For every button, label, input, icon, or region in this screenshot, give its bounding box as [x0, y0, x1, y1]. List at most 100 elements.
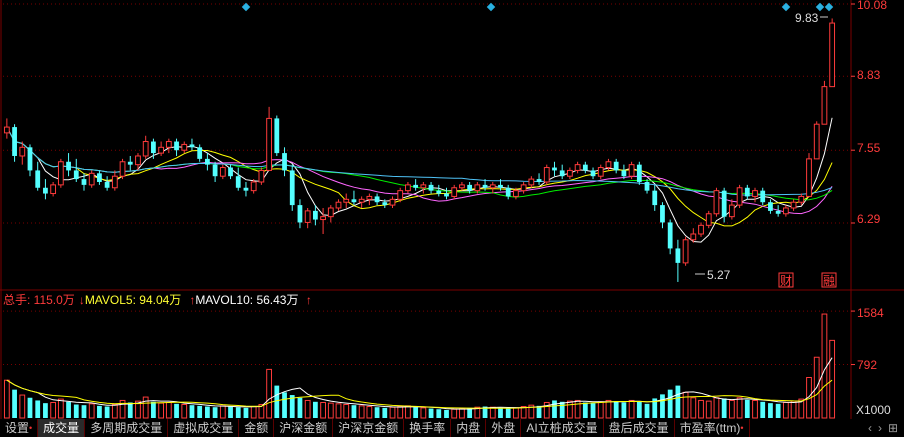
tab-settings[interactable]: 设置•	[0, 419, 39, 437]
candle-body-up	[628, 164, 635, 177]
volume-unit: X1000	[856, 403, 891, 417]
volume-bar-down	[582, 402, 588, 418]
volume-bar-up	[88, 403, 95, 419]
candle-body-down	[205, 158, 210, 165]
price-tick: 7.55	[857, 141, 881, 155]
candle-body-up	[690, 233, 697, 241]
tab-volume[interactable]: 成交量	[38, 419, 86, 437]
candle-body-up	[829, 22, 836, 88]
volume-bar-down	[775, 403, 781, 418]
volume-bar-down	[721, 398, 727, 418]
event-diamond[interactable]	[486, 2, 496, 12]
volume-bar-down	[12, 389, 17, 418]
candle-body-down	[174, 141, 179, 151]
candle-body-down	[81, 179, 87, 185]
candle-body-down	[482, 184, 488, 188]
candle-body-up	[752, 190, 758, 197]
volume-bar-series	[3, 313, 836, 419]
candle-body-up	[605, 161, 612, 169]
candle-body-down	[652, 190, 658, 206]
volume-bar-up	[728, 399, 735, 419]
candle-body-up	[366, 195, 373, 200]
candle-body-down	[760, 190, 766, 203]
candle-body-up	[320, 216, 326, 221]
tab-amount[interactable]: 金额	[239, 419, 275, 437]
mavol10-label: ↑MAVOL10: 56.43万 ↑	[189, 293, 312, 307]
volume-tick: 1584	[857, 306, 884, 320]
tab-inner-volume[interactable]: 内盘	[451, 419, 487, 437]
tab-turnover[interactable]: 换手率	[404, 419, 452, 437]
candle-body-down	[436, 190, 442, 194]
candle-body-up	[567, 169, 573, 177]
expand-icon[interactable]: ⊞	[888, 421, 898, 435]
tab-pe-ttm[interactable]: 市盈率(ttm)•	[674, 419, 750, 437]
total-volume-label: 总手: 115.0万	[3, 293, 75, 307]
candle-body-down	[667, 222, 673, 249]
volume-bar-up	[605, 399, 612, 419]
tab-ai-volume[interactable]: AI立桩成交量	[521, 419, 604, 437]
candle-body-up	[813, 123, 820, 160]
kline-chart[interactable]: 10.08 8.83 7.55 6.29 1584 792 X1000 9.83…	[0, 0, 904, 419]
volume-bar-down	[97, 405, 102, 418]
candle-body-up	[327, 207, 334, 218]
mavol5-label: ↓MAVOL5: 94.04万	[78, 293, 182, 307]
volume-bar-down	[205, 406, 210, 418]
volume-bar-down	[66, 401, 71, 418]
candle-body-down	[197, 147, 203, 159]
candle-body-down	[235, 176, 241, 188]
candle-body-down	[382, 202, 388, 206]
tab-virtual-volume[interactable]: 虚拟成交量	[168, 419, 240, 437]
volume-bar-up	[397, 406, 404, 419]
volume-bar-down	[644, 403, 650, 418]
candle-body-down	[675, 248, 681, 263]
volume-bar-up	[829, 339, 836, 419]
candle-body-up	[513, 190, 519, 197]
volume-bar-down	[505, 408, 511, 418]
volume-indicator-header: 总手: 115.0万 ↓MAVOL5: 94.04万 ↑MAVOL10: 56.43…	[3, 291, 316, 307]
volume-bar-down	[351, 405, 357, 418]
candle-body-down	[297, 205, 303, 223]
tab-outer-volume[interactable]: 外盘	[486, 419, 522, 437]
volume-bar-up	[821, 313, 828, 419]
volume-bar-up	[489, 406, 496, 419]
candle-body-down	[775, 210, 781, 214]
volume-bar-down	[212, 407, 218, 418]
candle-body-down	[243, 187, 249, 191]
candle-body-up	[343, 198, 350, 203]
volume-bar-up	[335, 403, 342, 419]
candle-body-up	[158, 146, 165, 154]
candle-body-down	[73, 170, 79, 180]
tab-hsj-amount[interactable]: 沪深京金额	[333, 419, 405, 437]
candle-body-down	[97, 173, 102, 182]
volume-bar-up	[705, 400, 712, 419]
event-diamond[interactable]	[815, 2, 825, 12]
tab-multi-period-volume[interactable]: 多周期成交量	[85, 419, 169, 437]
candle-body-up	[798, 195, 805, 203]
volume-bar-down	[760, 401, 766, 418]
tab-scroll-left-icon[interactable]: ‹	[868, 421, 872, 435]
candle-body-up	[111, 175, 118, 189]
tab-after-hours-volume[interactable]: 盘后成交量	[603, 419, 675, 437]
candle-body-up	[389, 198, 396, 206]
candle-body-down	[151, 141, 156, 154]
candle-body-down	[444, 193, 449, 197]
candle-body-down	[636, 164, 642, 182]
volume-bar-up	[343, 404, 350, 419]
price-annotations: 9.83 5.27	[695, 11, 828, 282]
tab-hs-amount[interactable]: 沪深金额	[274, 419, 334, 437]
candle-body-up	[728, 204, 735, 218]
candle-body-up	[736, 187, 743, 206]
candle-body-up	[474, 184, 481, 192]
volume-bar-up	[513, 407, 519, 419]
volume-bar-down	[73, 404, 79, 418]
volume-bar-up	[158, 402, 165, 419]
volume-bar-down	[613, 401, 619, 418]
candle-body-up	[165, 141, 172, 148]
price-tick: 6.29	[857, 212, 881, 226]
candle-body-down	[289, 170, 295, 206]
candle-body-down	[282, 153, 287, 171]
volume-bar-down	[660, 394, 665, 418]
tab-scroll-right-icon[interactable]: ›	[878, 421, 882, 435]
candle-body-up	[420, 184, 427, 189]
candle-body-down	[467, 184, 473, 191]
